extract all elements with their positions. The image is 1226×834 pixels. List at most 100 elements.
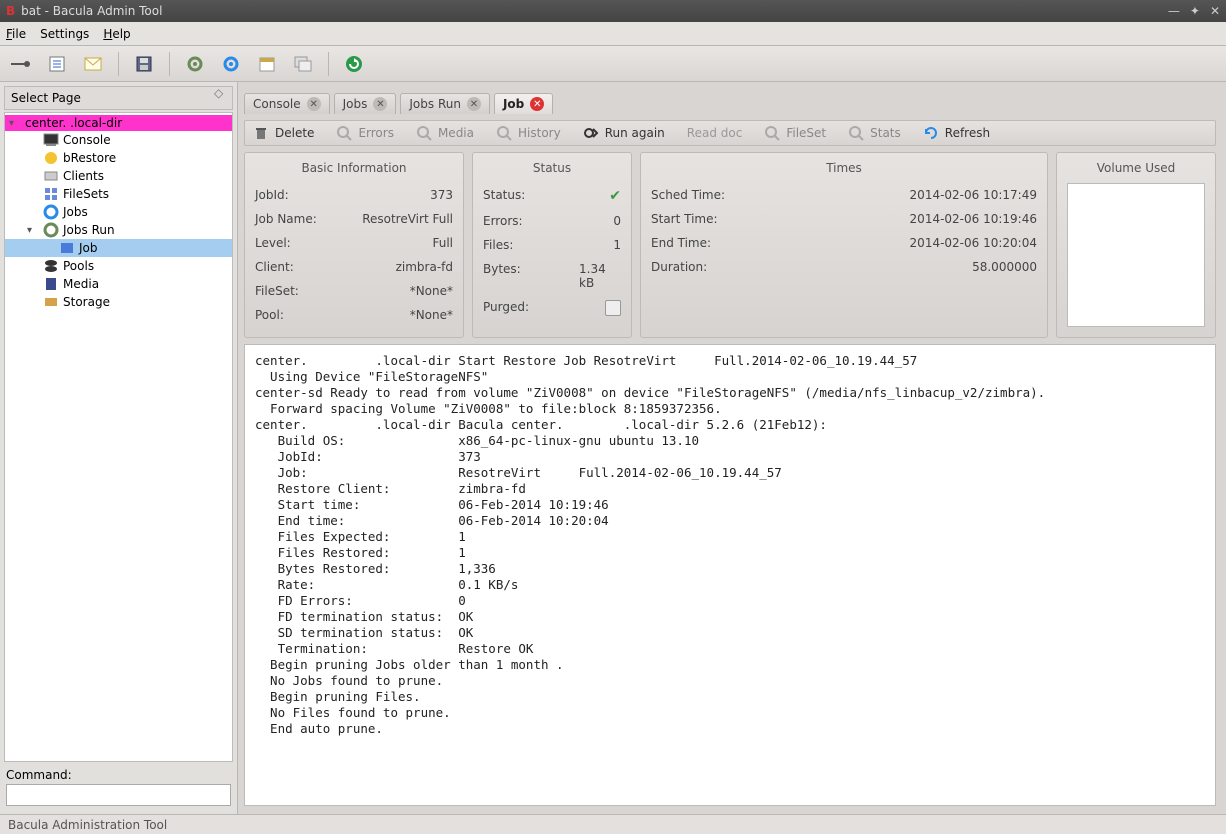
- tree-item-pools[interactable]: Pools: [5, 257, 232, 275]
- tab-close-icon[interactable]: ✕: [467, 97, 481, 111]
- job-icon: [59, 240, 75, 256]
- action-refresh[interactable]: Refresh: [923, 125, 990, 141]
- tab-console[interactable]: Console✕: [244, 93, 330, 114]
- panel-volume-used: Volume Used: [1056, 152, 1216, 338]
- action-errors[interactable]: Errors: [336, 125, 394, 141]
- kv-value: 373: [430, 188, 453, 202]
- toolbar-gear1-icon[interactable]: [182, 51, 208, 77]
- kv-label: FileSet:: [255, 284, 335, 298]
- filesets-icon: [43, 186, 59, 202]
- tree-item-jobs[interactable]: Jobs: [5, 203, 232, 221]
- toolbar-refresh-icon[interactable]: [341, 51, 367, 77]
- tree-item-media[interactable]: Media: [5, 275, 232, 293]
- kv-label: JobId:: [255, 188, 335, 202]
- tab-label: Jobs: [343, 97, 368, 111]
- media-icon: [43, 276, 59, 292]
- refresh-icon: [923, 125, 939, 141]
- expander-icon[interactable]: ▾: [9, 118, 21, 129]
- action-fileset[interactable]: FileSet: [764, 125, 826, 141]
- action-history[interactable]: History: [496, 125, 561, 141]
- tab-jobsrun[interactable]: Jobs Run ✕: [400, 93, 490, 114]
- tree-root-label: center. .local-dir: [25, 116, 122, 130]
- maximize-icon[interactable]: ✦: [1190, 4, 1200, 18]
- kv-label: End Time:: [651, 236, 731, 250]
- tab-job[interactable]: Job ✕: [494, 93, 553, 114]
- tree-label: Storage: [63, 295, 110, 309]
- tree: ▾ center. .local-dir Console bRestore Cl…: [4, 112, 233, 762]
- kv-value: 2014-02-06 10:20:04: [910, 236, 1037, 250]
- kv-label: Sched Time:: [651, 188, 731, 202]
- tree-item-console[interactable]: Console: [5, 131, 232, 149]
- panel-title: Times: [651, 159, 1037, 183]
- close-icon[interactable]: ✕: [1210, 4, 1220, 18]
- tree-item-clients[interactable]: Clients: [5, 167, 232, 185]
- action-stats[interactable]: Stats: [848, 125, 901, 141]
- kv-value: 1: [613, 238, 621, 252]
- kv-value: ResotreVirt Full: [362, 212, 453, 226]
- action-media[interactable]: Media: [416, 125, 474, 141]
- tree-label: Console: [63, 133, 111, 147]
- statusbar: Bacula Administration Tool: [0, 814, 1226, 834]
- tree-label: bRestore: [63, 151, 116, 165]
- tree-item-storage[interactable]: Storage: [5, 293, 232, 311]
- tab-close-icon[interactable]: ✕: [307, 97, 321, 111]
- toolbar-calendar-icon[interactable]: [254, 51, 280, 77]
- tree-label: Jobs Run: [63, 223, 115, 237]
- action-run-again[interactable]: Run again: [583, 125, 665, 141]
- command-input[interactable]: [6, 784, 231, 806]
- trash-icon: [253, 125, 269, 141]
- status-ok-icon: ✔: [609, 188, 621, 204]
- kv-value: 2014-02-06 10:17:49: [910, 188, 1037, 202]
- tree-label: Clients: [63, 169, 104, 183]
- toolbar-notes-icon[interactable]: [44, 51, 70, 77]
- volume-used-list[interactable]: [1067, 183, 1205, 327]
- panels: Basic Information JobId:373 Job Name:Res…: [244, 152, 1216, 338]
- menu-help[interactable]: Help: [103, 27, 130, 41]
- toolbar-connect-icon[interactable]: [8, 51, 34, 77]
- window-titlebar: B bat - Bacula Admin Tool — ✦ ✕: [0, 0, 1226, 22]
- actionbar: Delete Errors Media History Run again Re…: [244, 120, 1216, 146]
- kv-label: Files:: [483, 238, 563, 252]
- tree-item-brestore[interactable]: bRestore: [5, 149, 232, 167]
- tree-label: Media: [63, 277, 99, 291]
- tree-item-filesets[interactable]: FileSets: [5, 185, 232, 203]
- kv-value: *None*: [410, 308, 453, 322]
- tab-jobs[interactable]: Jobs ✕: [334, 93, 397, 114]
- search-icon: [764, 125, 780, 141]
- tree-root[interactable]: ▾ center. .local-dir: [5, 115, 232, 131]
- kv-value: Full: [432, 236, 453, 250]
- tab-label: Jobs Run: [409, 97, 461, 111]
- tree-item-job[interactable]: Job: [5, 239, 232, 257]
- search-icon: [336, 125, 352, 141]
- minimize-icon[interactable]: —: [1168, 4, 1180, 18]
- tree-item-jobsrun[interactable]: ▾ Jobs Run: [5, 221, 232, 239]
- toolbar-gear2-icon[interactable]: [218, 51, 244, 77]
- tabs: Console✕ Jobs ✕ Jobs Run ✕ Job ✕: [244, 90, 1216, 114]
- kv-label: Bytes:: [483, 262, 563, 290]
- action-delete[interactable]: Delete: [253, 125, 314, 141]
- panel-title: Status: [483, 159, 621, 183]
- toolbar-photos-icon[interactable]: [290, 51, 316, 77]
- expander-icon[interactable]: ▾: [27, 225, 39, 236]
- toolbar-save-icon[interactable]: [131, 51, 157, 77]
- panel-times: Times Sched Time: 2014-02-06 10:17:49 Sta…: [640, 152, 1048, 338]
- log-output[interactable]: center. .local-dir Start Restore Job Res…: [244, 344, 1216, 806]
- pane-grip-icon[interactable]: ◇: [214, 86, 223, 100]
- tab-close-icon[interactable]: ✕: [530, 97, 544, 111]
- kv-label: Duration:: [651, 260, 731, 274]
- kv-label: Errors:: [483, 214, 563, 228]
- purged-checkbox[interactable]: [605, 300, 621, 316]
- search-icon: [848, 125, 864, 141]
- kv-value: 58.000000: [972, 260, 1037, 274]
- clients-icon: [43, 168, 59, 184]
- tab-label: Job: [503, 97, 524, 111]
- sidebar: Select Page ▾ center. .local-dir Console…: [0, 82, 238, 814]
- jobsrun-icon: [43, 222, 59, 238]
- menu-settings[interactable]: Settings: [40, 27, 89, 41]
- panel-title: Basic Information: [255, 159, 453, 183]
- menu-file[interactable]: File: [6, 27, 26, 41]
- kv-label: Start Time:: [651, 212, 731, 226]
- tab-close-icon[interactable]: ✕: [373, 97, 387, 111]
- window-title: bat - Bacula Admin Tool: [21, 4, 162, 18]
- toolbar-mail-icon[interactable]: [80, 51, 106, 77]
